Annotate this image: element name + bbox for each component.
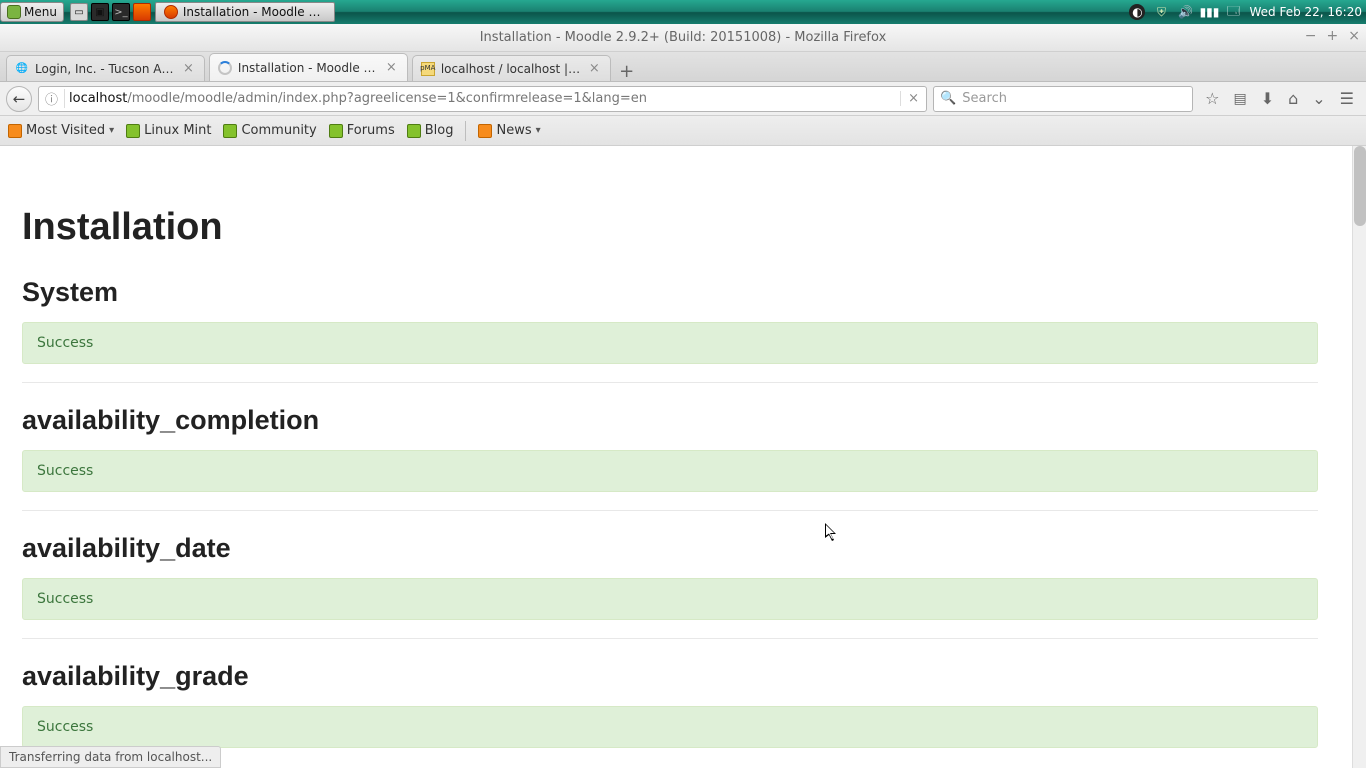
phpmyadmin-icon: pMA bbox=[421, 62, 435, 76]
status-success: Success bbox=[22, 706, 1318, 748]
browser-tabs: 🌐 Login, Inc. - Tucson Arizona B... × In… bbox=[0, 52, 1366, 82]
tab-close-icon[interactable]: × bbox=[181, 61, 196, 76]
status-success: Success bbox=[22, 578, 1318, 620]
rss-icon bbox=[478, 124, 492, 138]
firefox-launcher-icon[interactable] bbox=[133, 3, 151, 21]
tab-login[interactable]: 🌐 Login, Inc. - Tucson Arizona B... × bbox=[6, 55, 205, 81]
page-title: Installation bbox=[22, 206, 1318, 249]
chevron-down-icon: ▾ bbox=[109, 125, 114, 136]
clock-text[interactable]: Wed Feb 22, 16:20 bbox=[1249, 5, 1362, 19]
tab-close-icon[interactable]: × bbox=[587, 61, 602, 76]
terminal-icon[interactable]: >_ bbox=[112, 3, 130, 21]
new-tab-button[interactable]: + bbox=[615, 61, 639, 81]
tab-installation[interactable]: Installation - Moodle 2.9.... × bbox=[209, 53, 408, 81]
status-bar: Transferring data from localhost... bbox=[0, 746, 221, 768]
section-heading: System bbox=[22, 277, 1318, 308]
minimize-icon[interactable]: − bbox=[1305, 28, 1317, 44]
taskbar-window-item[interactable]: Installation - Moodle 2... bbox=[155, 2, 335, 22]
stop-reload-icon[interactable]: × bbox=[900, 91, 926, 106]
globe-icon: 🌐 bbox=[15, 62, 29, 76]
site-icon bbox=[223, 124, 237, 138]
tab-label: Installation - Moodle 2.9.... bbox=[238, 61, 378, 75]
window-titlebar: Installation - Moodle 2.9.2+ (Build: 201… bbox=[0, 24, 1366, 52]
section-heading: availability_completion bbox=[22, 405, 1318, 436]
taskbar-window-label: Installation - Moodle 2... bbox=[183, 5, 326, 19]
separator bbox=[22, 382, 1318, 383]
url-text: localhost/moodle/moodle/admin/index.php?… bbox=[65, 91, 900, 106]
bookmark-star-icon[interactable]: ☆ bbox=[1205, 89, 1219, 108]
search-placeholder: Search bbox=[962, 91, 1007, 106]
section-heading: availability_grade bbox=[22, 661, 1318, 692]
page-content: Installation System Success availability… bbox=[0, 146, 1340, 768]
section-heading: availability_date bbox=[22, 533, 1318, 564]
bookmark-linux-mint[interactable]: Linux Mint bbox=[126, 123, 211, 138]
separator bbox=[22, 510, 1318, 511]
window-title: Installation - Moodle 2.9.2+ (Build: 201… bbox=[480, 30, 887, 45]
sound-icon[interactable]: 🔊 bbox=[1177, 4, 1193, 20]
bookmarks-separator bbox=[465, 121, 466, 141]
bookmark-blog[interactable]: Blog bbox=[407, 123, 454, 138]
close-icon[interactable]: × bbox=[1348, 28, 1360, 44]
battery-icon[interactable]: 🗔 bbox=[1225, 4, 1241, 20]
bookmark-forums[interactable]: Forums bbox=[329, 123, 395, 138]
status-text: Transferring data from localhost... bbox=[9, 750, 212, 764]
bookmark-most-visited[interactable]: Most Visited▾ bbox=[8, 123, 114, 138]
status-success: Success bbox=[22, 450, 1318, 492]
scrollbar[interactable] bbox=[1352, 146, 1366, 768]
firefox-icon bbox=[164, 5, 178, 19]
show-desktop-icon[interactable]: ▭ bbox=[70, 3, 88, 21]
downloads-icon[interactable]: ⬇ bbox=[1261, 89, 1274, 108]
hamburger-menu-icon[interactable]: ☰ bbox=[1340, 89, 1354, 108]
mint-logo-icon bbox=[7, 5, 21, 19]
tab-close-icon[interactable]: × bbox=[384, 60, 399, 75]
site-info-icon[interactable]: ⓘ bbox=[39, 89, 65, 108]
maximize-icon[interactable]: + bbox=[1327, 28, 1339, 44]
update-icon[interactable]: ◐ bbox=[1129, 4, 1145, 20]
pocket-icon[interactable]: ⌄ bbox=[1312, 89, 1325, 108]
scroll-thumb[interactable] bbox=[1354, 146, 1366, 226]
bookmark-news[interactable]: News▾ bbox=[478, 123, 540, 138]
tab-label: Login, Inc. - Tucson Arizona B... bbox=[35, 62, 175, 76]
bookmarks-toolbar: Most Visited▾ Linux Mint Community Forum… bbox=[0, 116, 1366, 146]
separator bbox=[22, 638, 1318, 639]
site-icon bbox=[407, 124, 421, 138]
loading-spinner-icon bbox=[218, 61, 232, 75]
home-icon[interactable]: ⌂ bbox=[1288, 89, 1298, 108]
site-icon bbox=[126, 124, 140, 138]
search-bar[interactable]: 🔍 Search bbox=[933, 86, 1193, 112]
site-icon bbox=[329, 124, 343, 138]
back-button[interactable]: ← bbox=[6, 86, 32, 112]
network-icon[interactable]: ▮▮▮ bbox=[1201, 4, 1217, 20]
menu-label: Menu bbox=[24, 5, 57, 19]
menu-button[interactable]: Menu bbox=[0, 2, 64, 22]
files-icon[interactable]: ▣ bbox=[91, 3, 109, 21]
browser-navbar: ← ⓘ localhost/moodle/moodle/admin/index.… bbox=[0, 82, 1366, 116]
bookmark-community[interactable]: Community bbox=[223, 123, 316, 138]
library-icon[interactable]: ▤ bbox=[1233, 91, 1246, 107]
tab-label: localhost / localhost | ph... bbox=[441, 62, 581, 76]
page-viewport[interactable]: Installation System Success availability… bbox=[0, 146, 1366, 768]
tab-phpmyadmin[interactable]: pMA localhost / localhost | ph... × bbox=[412, 55, 611, 81]
chevron-down-icon: ▾ bbox=[536, 125, 541, 136]
search-icon: 🔍 bbox=[940, 91, 956, 106]
shield-icon[interactable]: ⛨ bbox=[1153, 4, 1169, 20]
status-success: Success bbox=[22, 322, 1318, 364]
folder-icon bbox=[8, 124, 22, 138]
address-bar[interactable]: ⓘ localhost/moodle/moodle/admin/index.ph… bbox=[38, 86, 927, 112]
system-taskbar: Menu ▭ ▣ >_ Installation - Moodle 2... ◐… bbox=[0, 0, 1366, 24]
